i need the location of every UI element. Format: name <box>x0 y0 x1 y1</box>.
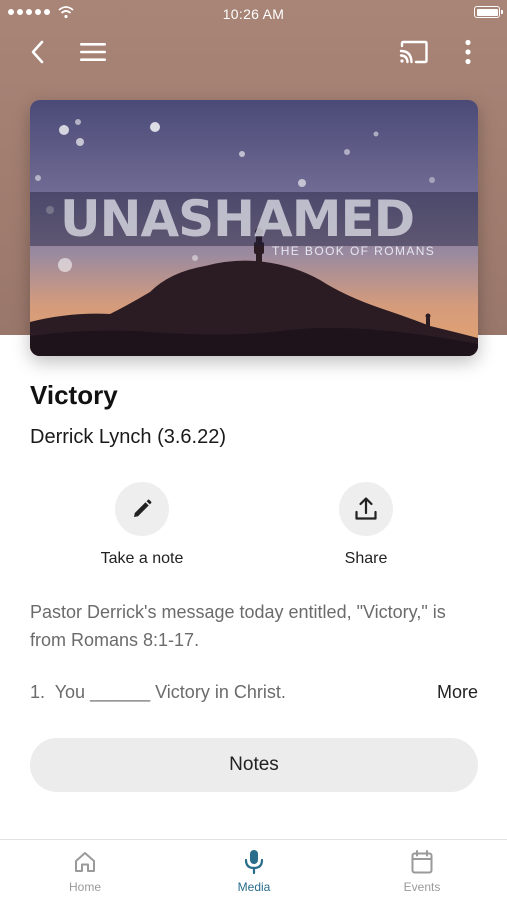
pencil-icon <box>134 499 152 517</box>
more-link[interactable]: More <box>437 682 478 703</box>
cast-icon <box>399 40 428 64</box>
take-note-label: Take a note <box>100 550 184 567</box>
chevron-left-icon <box>31 40 44 64</box>
cast-button[interactable] <box>398 36 430 68</box>
share-action[interactable]: Share <box>286 482 446 568</box>
hamburger-menu-icon <box>80 43 106 61</box>
vertical-dots-icon <box>465 39 471 65</box>
media-detail-screen: 10:26 AM UNASHAMED THE BOOK OF ROMANS Vi… <box>0 0 507 900</box>
take-note-action[interactable]: Take a note <box>62 482 222 568</box>
notes-preview-line: 1. You ______ Victory in Christ. <box>30 682 286 702</box>
series-artwork: UNASHAMED THE BOOK OF ROMANS <box>30 100 478 356</box>
notes-button[interactable]: Notes <box>30 738 478 792</box>
episode-description: Pastor Derrick's message today entitled,… <box>30 602 446 650</box>
tab-media-label: Media <box>237 880 271 894</box>
tab-home-label: Home <box>68 880 101 894</box>
bottom-tab-bar: Home Media Events <box>0 839 507 900</box>
tab-events-label: Events <box>403 880 441 894</box>
home-icon <box>75 852 95 872</box>
tab-media[interactable]: Media <box>204 848 304 894</box>
calendar-icon <box>411 850 433 874</box>
overflow-menu-button[interactable] <box>452 36 484 68</box>
artwork-title: UNASHAMED <box>60 190 415 248</box>
battery-icon <box>474 6 503 18</box>
episode-speaker: Derrick Lynch (3.6.22) <box>30 426 226 448</box>
tab-events[interactable]: Events <box>372 848 472 894</box>
share-upload-icon <box>355 497 377 520</box>
tab-home[interactable]: Home <box>35 848 135 894</box>
status-time: 10:26 AM <box>222 6 285 22</box>
share-label: Share <box>344 550 388 567</box>
take-note-button[interactable] <box>115 482 169 536</box>
menu-button[interactable] <box>77 36 109 68</box>
status-bar: 10:26 AM <box>0 0 507 28</box>
microphone-icon <box>244 850 264 875</box>
episode-title: Victory <box>30 380 118 410</box>
artwork-subtitle: THE BOOK OF ROMANS <box>272 244 436 258</box>
share-button[interactable] <box>339 482 393 536</box>
back-button[interactable] <box>22 36 54 68</box>
